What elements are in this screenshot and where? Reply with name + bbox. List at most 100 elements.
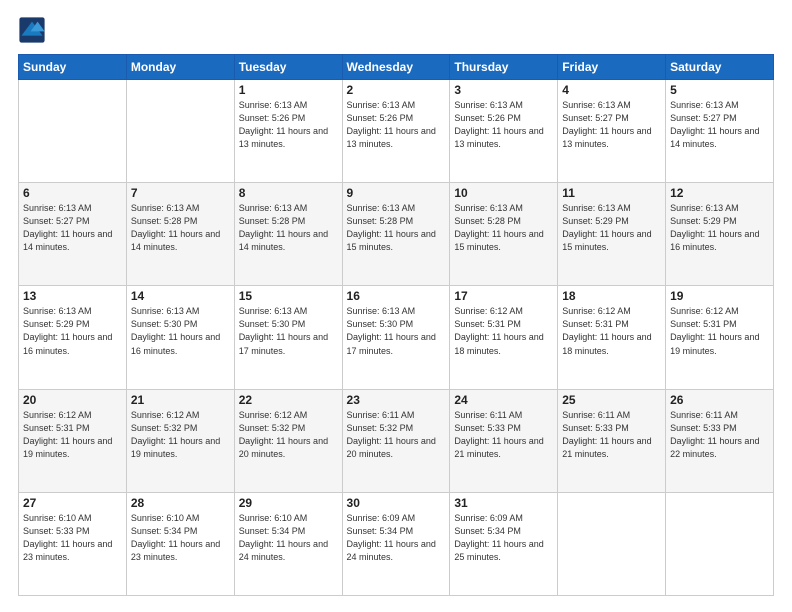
calendar-cell: 19Sunrise: 6:12 AM Sunset: 5:31 PM Dayli… bbox=[666, 286, 774, 389]
calendar-cell: 26 Sunrise: 6:11 AM Sunset: 5:33 PM Dayli… bbox=[666, 389, 774, 492]
calendar-cell: 31 Sunrise: 6:09 AM Sunset: 5:34 PM Dayli… bbox=[450, 492, 558, 595]
day-info: Sunrise: 6:12 AM Sunset: 5:31 PM Dayligh… bbox=[562, 305, 661, 357]
day-info: Sunrise: 6:13 AM Sunset: 5:27 PM Dayligh… bbox=[670, 99, 769, 151]
day-number: 10 bbox=[454, 186, 553, 200]
day-number: 19 bbox=[670, 289, 769, 303]
day-info: Sunrise: 6:13 AM Sunset: 5:29 PM Dayligh… bbox=[23, 305, 122, 357]
calendar-cell: 10 Sunrise: 6:13 AM Sunset: 5:28 PM Dayli… bbox=[450, 183, 558, 286]
day-number: 11 bbox=[562, 186, 661, 200]
calendar-week-row: 1 Sunrise: 6:13 AM Sunset: 5:26 PM Daylig… bbox=[19, 80, 774, 183]
day-info: Sunrise: 6:11 AM Sunset: 5:33 PM Dayligh… bbox=[562, 409, 661, 461]
day-number: 26 bbox=[670, 393, 769, 407]
calendar-cell: 27Sunrise: 6:10 AM Sunset: 5:33 PM Dayli… bbox=[19, 492, 127, 595]
day-info: Sunrise: 6:12 AM Sunset: 5:31 PM Dayligh… bbox=[23, 409, 122, 461]
calendar-cell bbox=[558, 492, 666, 595]
calendar-cell: 1 Sunrise: 6:13 AM Sunset: 5:26 PM Daylig… bbox=[234, 80, 342, 183]
calendar-cell: 21 Sunrise: 6:12 AM Sunset: 5:32 PM Dayli… bbox=[126, 389, 234, 492]
calendar-week-row: 27Sunrise: 6:10 AM Sunset: 5:33 PM Dayli… bbox=[19, 492, 774, 595]
day-number: 23 bbox=[347, 393, 446, 407]
calendar-week-row: 20 Sunrise: 6:12 AM Sunset: 5:31 PM Dayli… bbox=[19, 389, 774, 492]
day-number: 4 bbox=[562, 83, 661, 97]
calendar-cell: 28 Sunrise: 6:10 AM Sunset: 5:34 PM Dayli… bbox=[126, 492, 234, 595]
calendar-cell: 20 Sunrise: 6:12 AM Sunset: 5:31 PM Dayli… bbox=[19, 389, 127, 492]
calendar-cell bbox=[666, 492, 774, 595]
calendar-cell: 24 Sunrise: 6:11 AM Sunset: 5:33 PM Dayli… bbox=[450, 389, 558, 492]
day-number: 29 bbox=[239, 496, 338, 510]
calendar-cell: 17 Sunrise: 6:12 AM Sunset: 5:31 PM Dayli… bbox=[450, 286, 558, 389]
logo-icon bbox=[18, 16, 46, 44]
day-info: Sunrise: 6:10 AM Sunset: 5:34 PM Dayligh… bbox=[239, 512, 338, 564]
day-number: 14 bbox=[131, 289, 230, 303]
day-info: Sunrise: 6:12 AM Sunset: 5:32 PM Dayligh… bbox=[239, 409, 338, 461]
day-number: 6 bbox=[23, 186, 122, 200]
day-number: 31 bbox=[454, 496, 553, 510]
day-info: Sunrise: 6:11 AM Sunset: 5:33 PM Dayligh… bbox=[670, 409, 769, 461]
calendar-cell: 4 Sunrise: 6:13 AM Sunset: 5:27 PM Daylig… bbox=[558, 80, 666, 183]
calendar-week-row: 13 Sunrise: 6:13 AM Sunset: 5:29 PM Dayli… bbox=[19, 286, 774, 389]
weekday-header: Friday bbox=[558, 55, 666, 80]
day-info: Sunrise: 6:13 AM Sunset: 5:29 PM Dayligh… bbox=[670, 202, 769, 254]
day-number: 17 bbox=[454, 289, 553, 303]
calendar-cell: 11 Sunrise: 6:13 AM Sunset: 5:29 PM Dayli… bbox=[558, 183, 666, 286]
calendar-cell: 15 Sunrise: 6:13 AM Sunset: 5:30 PM Dayli… bbox=[234, 286, 342, 389]
calendar-cell: 2Sunrise: 6:13 AM Sunset: 5:26 PM Daylig… bbox=[342, 80, 450, 183]
calendar-cell: 16 Sunrise: 6:13 AM Sunset: 5:30 PM Dayli… bbox=[342, 286, 450, 389]
calendar-cell bbox=[126, 80, 234, 183]
day-info: Sunrise: 6:13 AM Sunset: 5:30 PM Dayligh… bbox=[239, 305, 338, 357]
calendar-cell: 8 Sunrise: 6:13 AM Sunset: 5:28 PM Daylig… bbox=[234, 183, 342, 286]
day-number: 15 bbox=[239, 289, 338, 303]
header bbox=[18, 16, 774, 44]
day-info: Sunrise: 6:10 AM Sunset: 5:33 PM Dayligh… bbox=[23, 512, 122, 564]
day-number: 20 bbox=[23, 393, 122, 407]
day-info: Sunrise: 6:13 AM Sunset: 5:26 PM Dayligh… bbox=[347, 99, 446, 151]
day-info: Sunrise: 6:12 AM Sunset: 5:31 PM Dayligh… bbox=[454, 305, 553, 357]
calendar-cell: 30 Sunrise: 6:09 AM Sunset: 5:34 PM Dayli… bbox=[342, 492, 450, 595]
calendar-cell: 23Sunrise: 6:11 AM Sunset: 5:32 PM Dayli… bbox=[342, 389, 450, 492]
day-info: Sunrise: 6:13 AM Sunset: 5:29 PM Dayligh… bbox=[562, 202, 661, 254]
calendar-cell: 5 Sunrise: 6:13 AM Sunset: 5:27 PM Daylig… bbox=[666, 80, 774, 183]
day-info: Sunrise: 6:13 AM Sunset: 5:26 PM Dayligh… bbox=[239, 99, 338, 151]
page: SundayMondayTuesdayWednesdayThursdayFrid… bbox=[0, 0, 792, 612]
day-info: Sunrise: 6:13 AM Sunset: 5:28 PM Dayligh… bbox=[347, 202, 446, 254]
logo bbox=[18, 16, 50, 44]
day-info: Sunrise: 6:13 AM Sunset: 5:28 PM Dayligh… bbox=[454, 202, 553, 254]
calendar-cell: 6Sunrise: 6:13 AM Sunset: 5:27 PM Daylig… bbox=[19, 183, 127, 286]
day-info: Sunrise: 6:13 AM Sunset: 5:28 PM Dayligh… bbox=[239, 202, 338, 254]
day-info: Sunrise: 6:10 AM Sunset: 5:34 PM Dayligh… bbox=[131, 512, 230, 564]
day-number: 1 bbox=[239, 83, 338, 97]
day-number: 16 bbox=[347, 289, 446, 303]
day-number: 30 bbox=[347, 496, 446, 510]
day-info: Sunrise: 6:09 AM Sunset: 5:34 PM Dayligh… bbox=[454, 512, 553, 564]
calendar-cell: 12 Sunrise: 6:13 AM Sunset: 5:29 PM Dayli… bbox=[666, 183, 774, 286]
calendar-cell: 14Sunrise: 6:13 AM Sunset: 5:30 PM Dayli… bbox=[126, 286, 234, 389]
day-number: 21 bbox=[131, 393, 230, 407]
weekday-header: Wednesday bbox=[342, 55, 450, 80]
weekday-header: Monday bbox=[126, 55, 234, 80]
day-number: 3 bbox=[454, 83, 553, 97]
weekday-header: Sunday bbox=[19, 55, 127, 80]
day-number: 7 bbox=[131, 186, 230, 200]
day-info: Sunrise: 6:11 AM Sunset: 5:33 PM Dayligh… bbox=[454, 409, 553, 461]
calendar-cell: 18 Sunrise: 6:12 AM Sunset: 5:31 PM Dayli… bbox=[558, 286, 666, 389]
weekday-header: Tuesday bbox=[234, 55, 342, 80]
day-info: Sunrise: 6:09 AM Sunset: 5:34 PM Dayligh… bbox=[347, 512, 446, 564]
day-number: 18 bbox=[562, 289, 661, 303]
calendar-cell: 22Sunrise: 6:12 AM Sunset: 5:32 PM Dayli… bbox=[234, 389, 342, 492]
day-number: 24 bbox=[454, 393, 553, 407]
day-info: Sunrise: 6:12 AM Sunset: 5:32 PM Dayligh… bbox=[131, 409, 230, 461]
calendar: SundayMondayTuesdayWednesdayThursdayFrid… bbox=[18, 54, 774, 596]
day-number: 5 bbox=[670, 83, 769, 97]
calendar-week-row: 6Sunrise: 6:13 AM Sunset: 5:27 PM Daylig… bbox=[19, 183, 774, 286]
day-number: 9 bbox=[347, 186, 446, 200]
day-number: 25 bbox=[562, 393, 661, 407]
calendar-cell bbox=[19, 80, 127, 183]
day-number: 28 bbox=[131, 496, 230, 510]
day-info: Sunrise: 6:13 AM Sunset: 5:28 PM Dayligh… bbox=[131, 202, 230, 254]
day-number: 12 bbox=[670, 186, 769, 200]
day-number: 8 bbox=[239, 186, 338, 200]
weekday-header: Thursday bbox=[450, 55, 558, 80]
day-info: Sunrise: 6:13 AM Sunset: 5:30 PM Dayligh… bbox=[347, 305, 446, 357]
day-info: Sunrise: 6:13 AM Sunset: 5:27 PM Dayligh… bbox=[562, 99, 661, 151]
day-number: 13 bbox=[23, 289, 122, 303]
calendar-cell: 7 Sunrise: 6:13 AM Sunset: 5:28 PM Daylig… bbox=[126, 183, 234, 286]
